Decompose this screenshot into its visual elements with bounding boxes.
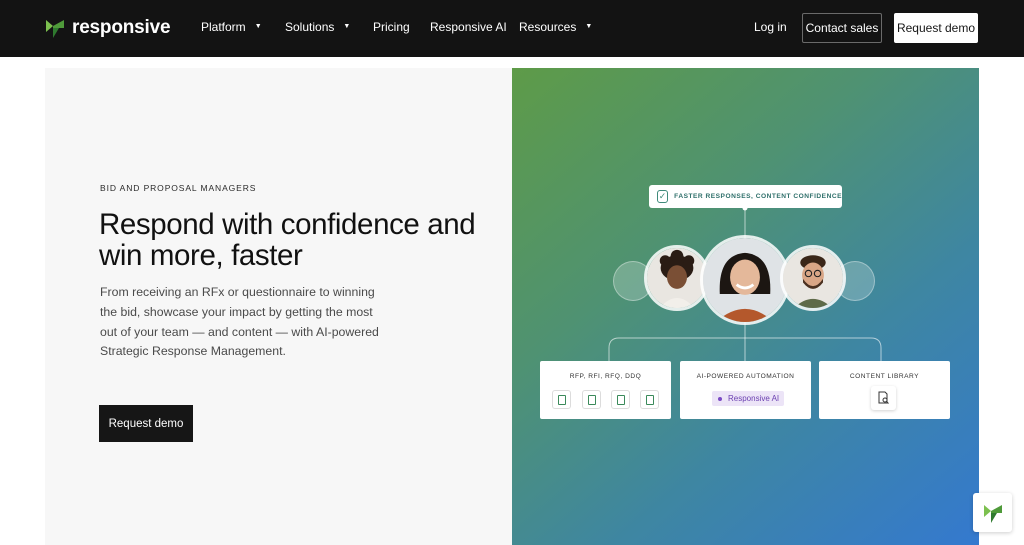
login-link[interactable]: Log in	[754, 20, 787, 34]
nav-resources[interactable]: Resources ▼	[519, 20, 592, 34]
checkmark-icon: ✓	[657, 190, 669, 203]
hero-visual-panel: ✓ FASTER RESPONSES, CONTENT CONFIDENCE R…	[512, 68, 979, 545]
hero-eyebrow: BID AND PROPOSAL MANAGERS	[100, 183, 257, 193]
contact-sales-button[interactable]: Contact sales	[802, 13, 882, 43]
contact-sales-label: Contact sales	[805, 21, 879, 35]
chat-widget-button[interactable]	[973, 493, 1012, 532]
document-search-icon	[871, 386, 896, 410]
responsive-ai-pill-label: Responsive AI	[728, 394, 780, 403]
avatar-woman-smiling	[700, 235, 790, 325]
nav-solutions-label: Solutions	[285, 20, 335, 34]
nav-request-demo-label: Request demo	[896, 21, 976, 35]
badge-label: FASTER RESPONSES, CONTENT CONFIDENCE	[674, 193, 842, 200]
nav-responsive-ai[interactable]: Responsive AI	[430, 20, 507, 34]
nav-pricing[interactable]: Pricing	[373, 20, 410, 34]
ai-automation-card-title: AI-POWERED AUTOMATION	[696, 373, 795, 380]
nav-platform-label: Platform	[201, 20, 246, 34]
hero-request-demo-label: Request demo	[108, 417, 184, 430]
chevron-down-icon: ▼	[254, 22, 262, 30]
nav-responsive-ai-label: Responsive AI	[430, 20, 507, 34]
responsive-logo[interactable]: responsive	[44, 16, 171, 40]
login-label: Log in	[754, 20, 787, 34]
responsive-ai-pill: Responsive AI	[712, 391, 784, 406]
nav-solutions[interactable]: Solutions ▼	[285, 20, 350, 34]
faster-responses-badge: ✓ FASTER RESPONSES, CONTENT CONFIDENCE	[649, 185, 842, 208]
responsive-logo-icon	[983, 504, 1002, 523]
logo-text: responsive	[72, 17, 171, 38]
document-icon	[582, 390, 601, 409]
nav-platform[interactable]: Platform ▼	[201, 20, 262, 34]
responsive-logo-icon	[46, 20, 64, 38]
hero-headline: Respond with confidence and win more, fa…	[99, 208, 476, 272]
nav-pricing-label: Pricing	[373, 20, 410, 34]
document-icon	[552, 390, 571, 409]
nav-resources-label: Resources	[519, 20, 577, 34]
content-library-card: CONTENT LIBRARY	[819, 361, 950, 419]
hero-description: From receiving an RFx or questionnaire t…	[100, 285, 379, 359]
hero-text-panel: BID AND PROPOSAL MANAGERS Respond with c…	[45, 68, 512, 545]
dot-icon	[718, 396, 722, 401]
chevron-down-icon: ▼	[585, 22, 593, 30]
top-nav: responsive Platform ▼ Solutions ▼ Pricin…	[0, 0, 1024, 57]
document-icon	[611, 390, 630, 409]
avatar-man-glasses	[780, 245, 846, 311]
document-icon	[640, 390, 659, 409]
chevron-down-icon: ▼	[343, 22, 351, 30]
hero-request-demo-button[interactable]: Request demo	[99, 405, 193, 442]
rfp-card: RFP, RFI, RFQ, DDQ	[540, 361, 671, 419]
nav-request-demo-button[interactable]: Request demo	[894, 13, 978, 43]
ai-automation-card: AI-POWERED AUTOMATION Responsive AI	[680, 361, 811, 419]
rfp-card-title: RFP, RFI, RFQ, DDQ	[569, 373, 642, 380]
content-library-card-title: CONTENT LIBRARY	[849, 373, 920, 380]
